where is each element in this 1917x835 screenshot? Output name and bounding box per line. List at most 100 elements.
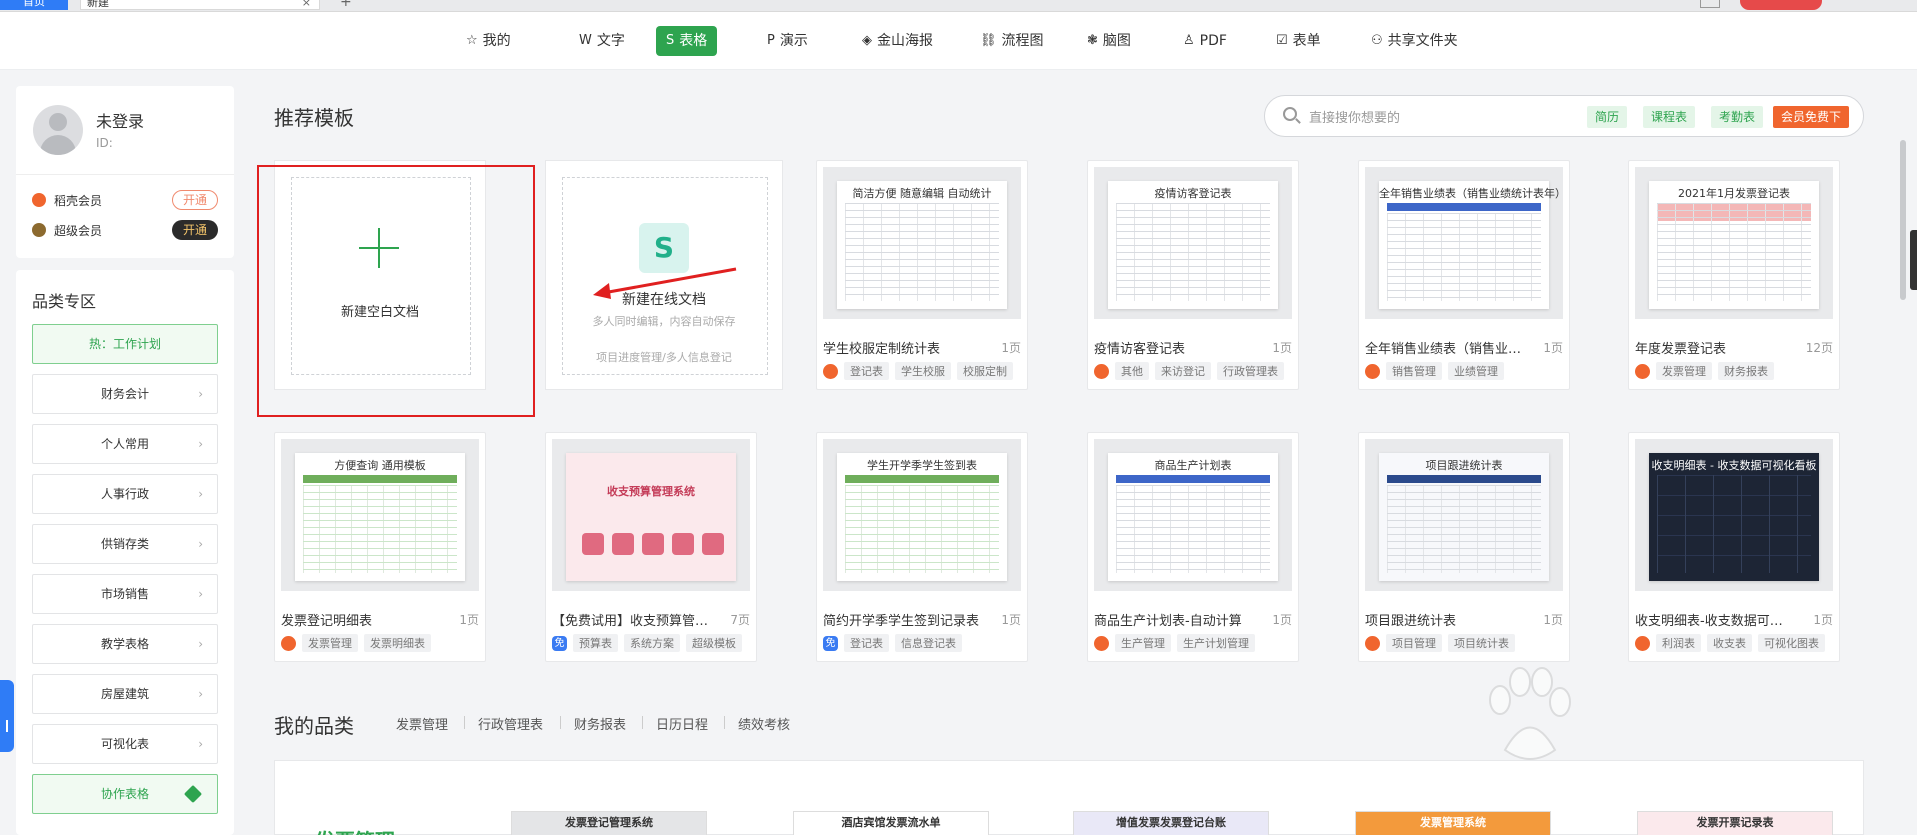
template-card[interactable]: 疫情访客登记表 疫情访客登记表 1页 其他 来访登记 行政管理表 <box>1087 160 1299 390</box>
nav-pdf[interactable]: ♙ PDF <box>1173 26 1237 56</box>
nav-shared-folder[interactable]: ⚇ 共享文件夹 <box>1361 26 1468 56</box>
template-title[interactable]: 疫情访客登记表 <box>1094 338 1254 357</box>
mini-template[interactable]: 增值发票发票登记台账 <box>1073 811 1269 835</box>
category-collab-sheet[interactable]: 协作表格 <box>32 774 218 814</box>
category-hot-work-plan[interactable]: 热：工作计划 <box>32 324 218 364</box>
template-tag[interactable]: 财务报表 <box>1718 362 1774 380</box>
template-title[interactable]: 全年销售业绩表（销售业绩统... <box>1365 338 1525 357</box>
category-item[interactable]: 供销存类 › <box>32 524 218 564</box>
mycat-tab[interactable]: 日历日程 <box>656 714 708 733</box>
mini-template[interactable]: 酒店宾馆发票流水单 <box>793 811 989 835</box>
nav-my[interactable]: ☆ 我的 <box>456 26 521 56</box>
template-tag[interactable]: 行政管理表 <box>1217 362 1284 380</box>
side-handle[interactable] <box>1910 230 1917 290</box>
template-tag[interactable]: 销售管理 <box>1386 362 1442 380</box>
mini-template[interactable]: 发票登记管理系统 <box>511 811 707 835</box>
template-tag[interactable]: 其他 <box>1115 362 1149 380</box>
template-title[interactable]: 【免费试用】收支预算管理-超... <box>552 610 712 629</box>
category-item[interactable]: 市场销售 › <box>32 574 218 614</box>
template-tag[interactable]: 登记表 <box>844 634 889 652</box>
category-item[interactable]: 房屋建筑 › <box>32 674 218 714</box>
template-tag[interactable]: 发票明细表 <box>364 634 431 652</box>
template-card[interactable]: 学生开学季学生签到表 简约开学季学生签到记录表 1页免登记表 信息登记表 <box>816 432 1028 662</box>
nav-mindmap[interactable]: ❃ 脑图 <box>1077 26 1141 56</box>
mycat-tab[interactable]: 绩效考核 <box>738 714 790 733</box>
search-tag-schedule[interactable]: 课程表 <box>1643 106 1696 128</box>
category-item[interactable]: 可视化表 › <box>32 724 218 764</box>
template-title[interactable]: 商品生产计划表-自动计算 <box>1094 610 1254 629</box>
template-tag[interactable]: 利润表 <box>1656 634 1701 652</box>
template-tag[interactable]: 信息登记表 <box>895 634 962 652</box>
open-super-button[interactable]: 开通 <box>172 220 218 240</box>
avatar[interactable] <box>33 105 83 155</box>
window-icon[interactable] <box>1700 0 1720 8</box>
mini-template[interactable]: 发票开票记录表 <box>1637 811 1833 835</box>
nav-flowchart[interactable]: ⛓ 流程图 <box>970 26 1054 56</box>
mycat-tab[interactable]: 财务报表 <box>574 714 626 733</box>
mini-template[interactable]: 发票管理系统 <box>1355 811 1551 835</box>
template-tag[interactable]: 业绩管理 <box>1448 362 1504 380</box>
nav-writer[interactable]: W 文字 <box>569 26 635 56</box>
nav-spreadsheet[interactable]: S 表格 <box>656 26 718 56</box>
category-item[interactable]: 财务会计 › <box>32 374 218 414</box>
thumbnail-tile <box>642 533 664 555</box>
template-tag[interactable]: 发票管理 <box>302 634 358 652</box>
template-tag[interactable]: 来访登记 <box>1155 362 1211 380</box>
template-tag[interactable]: 超级模板 <box>686 634 742 652</box>
template-tag[interactable]: 系统方案 <box>624 634 680 652</box>
template-title[interactable]: 简约开学季学生签到记录表 <box>823 610 983 629</box>
template-title[interactable]: 发票登记明细表 <box>281 610 441 629</box>
template-card[interactable]: 收支明细表 - 收支数据可视化看板收支明细表-收支数据可视化看... 1页利润表收… <box>1628 432 1840 662</box>
template-card[interactable]: 2021年1月发票登记表 年度发票登记表 12页 发票管理 财务报表 <box>1628 160 1840 390</box>
template-card[interactable]: 商品生产计划表 商品生产计划表-自动计算 1页 生产管理 生产计划管理 <box>1087 432 1299 662</box>
daoke-badge-icon <box>823 363 838 379</box>
template-tag[interactable]: 预算表 <box>573 634 618 652</box>
template-card[interactable]: 项目跟进统计表 项目跟进统计表 1页 项目管理 项目统计表 <box>1358 432 1570 662</box>
search-tag-attendance[interactable]: 考勤表 <box>1711 106 1764 128</box>
nav-poster[interactable]: ◈ 金山海报 <box>852 26 943 56</box>
browser-tab-home[interactable]: 首页 <box>0 0 68 10</box>
mycat-tab[interactable]: 行政管理表 <box>478 714 543 733</box>
category-item[interactable]: 人事行政 › <box>32 474 218 514</box>
user-name[interactable]: 未登录 <box>96 108 144 132</box>
template-tag[interactable]: 生产计划管理 <box>1177 634 1255 652</box>
template-tag[interactable]: 登记表 <box>844 362 889 380</box>
new-tab-icon[interactable]: + <box>340 0 352 10</box>
scrollbar[interactable] <box>1900 140 1906 300</box>
nav-presentation[interactable]: P 演示 <box>757 26 818 56</box>
template-title[interactable]: 收支明细表-收支数据可视化看... <box>1635 610 1795 629</box>
nav-form[interactable]: ☑ 表单 <box>1266 26 1331 56</box>
super-vip-icon <box>32 223 46 237</box>
template-tag[interactable]: 可视化图表 <box>1758 634 1825 652</box>
template-tag[interactable]: 发票管理 <box>1656 362 1712 380</box>
chevron-right-icon: › <box>198 687 203 701</box>
close-icon[interactable]: × <box>302 0 311 11</box>
template-card[interactable]: 收支预算管理系统【免费试用】收支预算管理-超... 7页免预算表系统方案超级模板 <box>545 432 757 662</box>
login-pill[interactable] <box>1740 0 1822 10</box>
side-float-tab[interactable] <box>0 680 14 752</box>
template-tag[interactable]: 校服定制 <box>957 362 1013 380</box>
category-item[interactable]: 个人常用 › <box>32 424 218 464</box>
template-search[interactable]: 直接搜你想要的 简历 课程表 考勤表 会员免费下 <box>1264 95 1864 137</box>
template-tag[interactable]: 收支表 <box>1707 634 1752 652</box>
template-title[interactable]: 年度发票登记表 <box>1635 338 1795 357</box>
category-item[interactable]: 教学表格 › <box>32 624 218 664</box>
template-card[interactable]: 全年销售业绩表（销售业绩统计表年） 全年销售业绩表（销售业绩统... 1页销售管理业… <box>1358 160 1570 390</box>
open-daoke-button[interactable]: 开通 <box>172 190 218 210</box>
template-title[interactable]: 项目跟进统计表 <box>1365 610 1525 629</box>
template-card[interactable]: 方便查询 通用模板 发票登记明细表 1页 发票管理 发票明细表 <box>274 432 486 662</box>
chevron-right-icon: › <box>198 637 203 651</box>
template-tag[interactable]: 学生校服 <box>895 362 951 380</box>
mycat-tab[interactable]: 发票管理 <box>396 714 448 733</box>
template-tag[interactable]: 项目管理 <box>1386 634 1442 652</box>
search-input[interactable]: 直接搜你想要的 <box>1309 107 1400 126</box>
vip-free-download-button[interactable]: 会员免费下 <box>1773 106 1850 128</box>
template-tag[interactable]: 生产管理 <box>1115 634 1171 652</box>
template-tags: 登记表 学生校服 校服定制 <box>823 362 1013 380</box>
browser-tab-new[interactable]: 新建 × <box>80 0 320 10</box>
template-card[interactable]: 简洁方便 随意编辑 自动统计 学生校服定制统计表 1页 登记表 学生校服 校服定制 <box>816 160 1028 390</box>
new-online-doc-card[interactable]: S 新建在线文档 多人同时编辑，内容自动保存 项目进度管理/多人信息登记 <box>545 160 783 390</box>
template-title[interactable]: 学生校服定制统计表 <box>823 338 983 357</box>
template-tag[interactable]: 项目统计表 <box>1448 634 1515 652</box>
search-tag-resume[interactable]: 简历 <box>1587 106 1628 128</box>
